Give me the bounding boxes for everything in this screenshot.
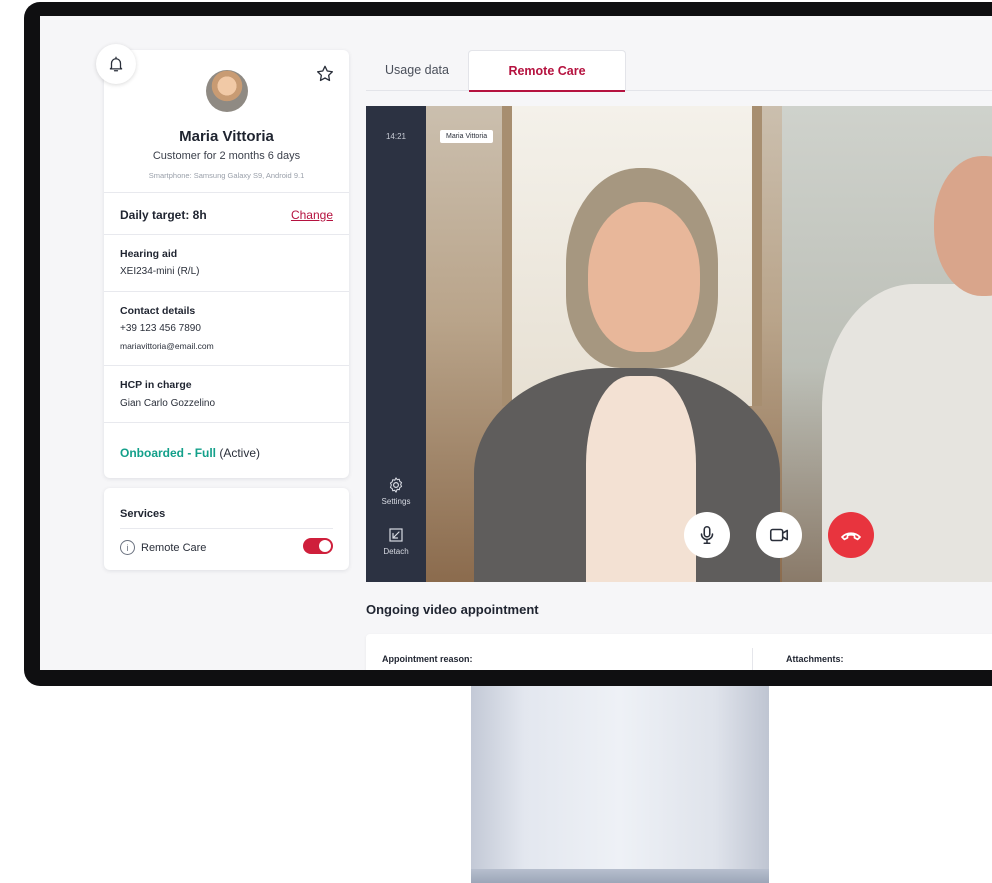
tab-bar: Usage data Remote Care: [366, 50, 992, 92]
participant-name-tag: Maria Vittoria: [440, 130, 494, 143]
divider: [104, 365, 349, 366]
bell-icon: [109, 56, 123, 72]
end-call-button[interactable]: [828, 512, 874, 558]
toggle-knob: [319, 540, 331, 552]
patient-profile-card: Maria Vittoria Customer for 2 months 6 d…: [104, 50, 349, 478]
monitor-stand: [471, 684, 769, 883]
video-sidebar: 14:21 Settings Detach: [366, 106, 426, 582]
settings-icon: [389, 477, 403, 493]
service-label: Remote Care: [141, 541, 207, 554]
daily-target: Daily target: 8h: [120, 208, 207, 222]
divider: [104, 234, 349, 235]
microphone-icon: [700, 525, 714, 545]
divider: [104, 291, 349, 292]
service-item-remote-care: i Remote Care: [120, 540, 206, 555]
divider: [104, 192, 349, 193]
notification-button[interactable]: [96, 44, 136, 84]
attachments-label: Attachments:: [786, 654, 844, 664]
phone-hangup-icon: [841, 532, 861, 541]
settings-button[interactable]: Settings: [366, 476, 426, 506]
star-icon[interactable]: [315, 64, 335, 84]
patient-figure-blouse: [586, 376, 696, 582]
device-info: Smartphone: Samsung Galaxy S9, Android 9…: [148, 171, 305, 180]
avatar: [206, 70, 248, 112]
video-call-area: 14:21 Settings Detach Maria Vittoria: [366, 106, 992, 582]
status-separator: -: [184, 446, 195, 460]
app-screen: Maria Vittoria Customer for 2 months 6 d…: [40, 16, 992, 670]
patient-figure-face: [588, 202, 700, 352]
services-title: Services: [120, 508, 166, 520]
detach-icon: [389, 528, 403, 542]
onboarded-state: (Active): [216, 446, 261, 460]
customer-since: Customer for 2 months 6 days: [152, 150, 301, 162]
tab-usage-data[interactable]: Usage data: [366, 50, 468, 90]
contact-details-label: Contact details: [120, 305, 196, 317]
onboarded-text: Onboarded: [120, 446, 185, 460]
camera-icon: [769, 528, 789, 542]
onboarded-level: Full: [194, 446, 217, 460]
monitor-stand-foot: [471, 869, 769, 883]
camera-button[interactable]: [756, 512, 802, 558]
patient-video-feed: [426, 106, 782, 582]
remote-care-toggle[interactable]: [303, 538, 333, 554]
settings-label: Settings: [381, 497, 411, 506]
info-icon[interactable]: i: [120, 540, 135, 555]
patient-name: Maria Vittoria: [179, 128, 274, 145]
ongoing-appointment-title: Ongoing video appointment: [366, 602, 539, 617]
change-target-link[interactable]: Change: [291, 208, 333, 222]
call-time: 14:21: [385, 132, 407, 141]
clinician-figure-head: [934, 156, 992, 296]
divider: [120, 528, 333, 529]
tab-remote-care[interactable]: Remote Care: [468, 50, 626, 92]
contact-email: mariavittoria@email.com: [120, 341, 214, 351]
appointment-details: Appointment reason: Attachments:: [366, 634, 992, 670]
contact-phone: +39 123 456 7890: [120, 323, 201, 334]
appointment-reason-label: Appointment reason:: [382, 654, 473, 664]
divider: [104, 422, 349, 423]
detach-button[interactable]: Detach: [366, 526, 426, 556]
divider: [752, 648, 753, 670]
hearing-aid-label: Hearing aid: [120, 248, 178, 260]
microphone-button[interactable]: [684, 512, 730, 558]
hcp-value: Gian Carlo Gozzelino: [120, 398, 216, 409]
detach-label: Detach: [383, 547, 409, 556]
services-card: Services i Remote Care: [104, 488, 349, 570]
onboarding-status: Onboarded - Full (Active): [120, 446, 260, 460]
clinician-video-feed: [782, 106, 992, 582]
hcp-label: HCP in charge: [120, 379, 192, 391]
hearing-aid-value: XEI234-mini (R/L): [120, 266, 200, 277]
